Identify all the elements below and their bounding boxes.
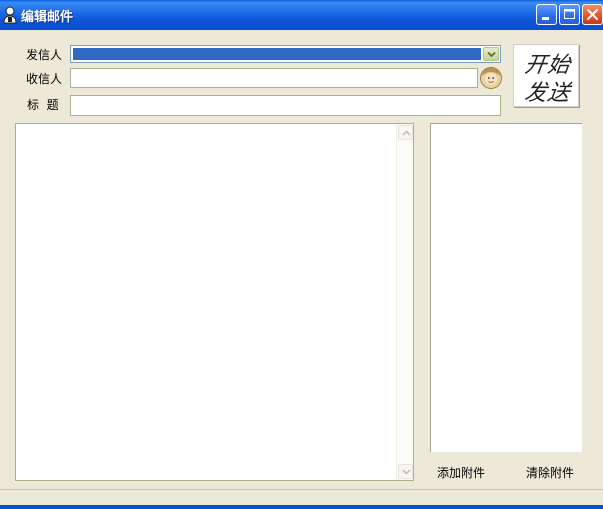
chevron-down-icon	[487, 51, 496, 58]
maximize-icon	[564, 9, 575, 19]
clear-attachments-button[interactable]: 清除附件	[526, 464, 574, 481]
close-button[interactable]	[582, 4, 603, 25]
from-select[interactable]	[70, 45, 501, 63]
scroll-down-icon	[402, 469, 411, 475]
user-icon	[3, 6, 17, 24]
title-bar[interactable]: 编辑邮件	[0, 0, 603, 30]
add-attachment-button[interactable]: 添加附件	[437, 464, 485, 481]
to-label: 收信人	[26, 72, 63, 86]
subject-input[interactable]	[70, 95, 501, 116]
compose-mail-window: 编辑邮件 发信人 收信人 标 题 开始 发送 添加附件 清除附件	[0, 0, 603, 509]
start-send-button[interactable]: 开始 发送	[513, 44, 579, 107]
attachment-list[interactable]	[430, 123, 582, 452]
window-bottom-border	[0, 505, 603, 509]
to-input[interactable]	[70, 68, 478, 88]
scroll-up-icon	[402, 130, 411, 136]
close-icon	[586, 8, 599, 21]
from-label: 发信人	[26, 48, 63, 62]
status-bar	[0, 489, 603, 506]
window-title: 编辑邮件	[21, 10, 74, 25]
maximize-button[interactable]	[559, 4, 580, 25]
scroll-up-button[interactable]	[398, 125, 413, 140]
scroll-down-button[interactable]	[398, 464, 413, 479]
mail-body-scrollbar[interactable]	[396, 124, 413, 480]
minimize-button[interactable]	[536, 4, 557, 25]
from-select-value	[73, 48, 481, 60]
mail-body-editor[interactable]	[15, 123, 414, 481]
minimize-icon	[542, 17, 549, 20]
contact-face-icon[interactable]	[479, 66, 503, 90]
from-select-dropdown-button[interactable]	[483, 47, 499, 61]
send-button-line-2: 发送	[522, 81, 573, 106]
subject-label: 标 题	[27, 98, 59, 112]
